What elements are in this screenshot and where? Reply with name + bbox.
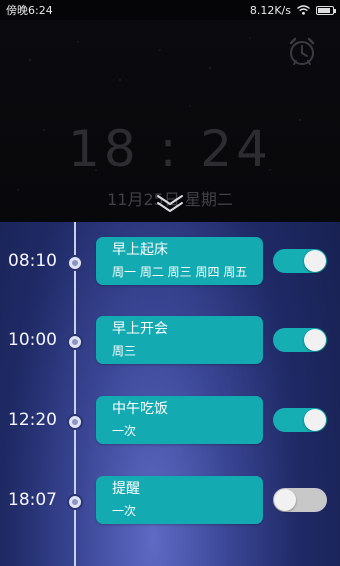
alarm-toggle[interactable] <box>273 328 327 352</box>
status-bar: 傍晚6:24 8.12K/s <box>0 0 340 20</box>
alarm-repeat-days: 一次 <box>112 504 137 518</box>
alarm-title: 早上开会 <box>112 321 168 337</box>
alarm-row: 08:10 早上起床 周一 周二 周三 周四 周五 <box>0 237 340 289</box>
battery-fill <box>318 7 330 13</box>
timeline-dot <box>67 255 83 271</box>
toggle-knob <box>304 409 326 431</box>
alarm-row: 12:20 中午吃饭 一次 <box>0 396 340 448</box>
alarm-clock-icon[interactable] <box>285 34 319 68</box>
alarm-card[interactable]: 提醒 一次 <box>96 476 263 524</box>
alarm-card[interactable]: 中午吃饭 一次 <box>96 396 263 444</box>
alarm-toggle[interactable] <box>273 408 327 432</box>
alarm-repeat-days: 一次 <box>112 424 137 438</box>
alarm-row: 18:07 提醒 一次 <box>0 476 340 528</box>
battery-icon <box>316 5 336 15</box>
timeline-dot <box>67 494 83 510</box>
alarm-time: 12:20 <box>8 410 57 430</box>
alarm-app-screen: 傍晚6:24 8.12K/s 18: 24 11月25日 星期二 08:10 … <box>0 0 340 566</box>
alarm-title: 中午吃饭 <box>112 401 168 417</box>
chevron-down-icon[interactable] <box>154 192 186 216</box>
status-right: 8.12K/s <box>249 3 336 17</box>
alarm-time: 08:10 <box>8 251 57 271</box>
alarm-time: 18:07 <box>8 490 57 510</box>
alarm-title: 提醒 <box>112 481 140 497</box>
timeline-dot <box>67 414 83 430</box>
toggle-knob <box>304 250 326 272</box>
alarm-toggle[interactable] <box>273 488 327 512</box>
wifi-icon <box>297 5 310 15</box>
alarm-repeat-days: 周三 <box>112 344 137 358</box>
status-time: 傍晚6:24 <box>6 4 53 17</box>
alarm-title: 早上起床 <box>112 242 168 258</box>
alarm-card[interactable]: 早上开会 周三 <box>96 316 263 364</box>
alarm-repeat-days: 周一 周二 周三 周四 周五 <box>112 265 248 279</box>
alarm-row: 10:00 早上开会 周三 <box>0 316 340 368</box>
alarm-time: 10:00 <box>8 330 57 350</box>
clock-time: 18 : 24 <box>68 120 272 178</box>
timeline-dot <box>67 334 83 350</box>
network-speed: 8.12K/s <box>249 3 291 17</box>
toggle-knob <box>304 329 326 351</box>
alarm-card[interactable]: 早上起床 周一 周二 周三 周四 周五 <box>96 237 263 285</box>
toggle-knob <box>274 489 296 511</box>
alarm-toggle[interactable] <box>273 249 327 273</box>
